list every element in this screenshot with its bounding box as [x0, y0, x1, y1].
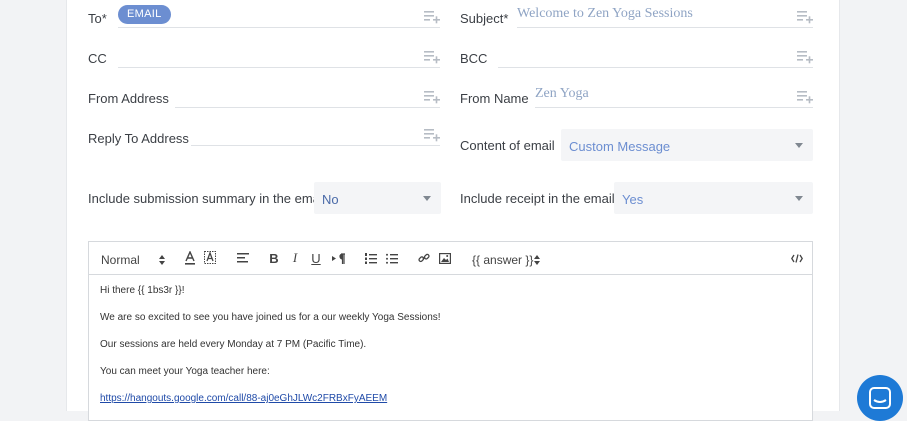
ordered-list-icon[interactable]: [364, 250, 378, 266]
answer-select[interactable]: {{ answer }}: [472, 252, 540, 268]
from-name-value: Zen Yoga: [535, 86, 589, 101]
include-receipt-label: Include receipt in the email: [460, 191, 615, 206]
include-summary-select[interactable]: No: [314, 182, 441, 214]
body-line-schedule: Our sessions are held every Monday at 7 …: [100, 339, 367, 350]
subject-value: Welcome to Zen Yoga Sessions: [517, 6, 693, 21]
body-line-greeting: Hi there {{ 1bs3r }}!: [100, 285, 185, 296]
text-direction-icon[interactable]: [331, 250, 345, 266]
playlist-add-icon[interactable]: [424, 50, 440, 64]
include-receipt-select[interactable]: Yes: [614, 182, 813, 214]
format-select-value: Normal: [101, 253, 140, 267]
code-view-icon[interactable]: [790, 250, 804, 266]
content-of-email-select[interactable]: Custom Message: [561, 129, 813, 161]
updown-icon: [159, 255, 165, 265]
italic-icon[interactable]: I: [289, 250, 301, 266]
chat-icon: [869, 387, 891, 409]
playlist-add-icon[interactable]: [424, 128, 440, 142]
to-label: To*: [88, 11, 107, 26]
from-name-label: From Name: [460, 91, 529, 106]
subject-field[interactable]: Welcome to Zen Yoga Sessions: [517, 0, 813, 28]
playlist-add-icon[interactable]: [797, 50, 813, 64]
include-summary-label: Include submission summary in the email: [88, 191, 326, 206]
chat-launcher-button[interactable]: [857, 375, 903, 421]
playlist-add-icon[interactable]: [424, 10, 440, 24]
underline-icon[interactable]: U: [310, 250, 322, 266]
align-icon[interactable]: [236, 250, 250, 266]
format-select[interactable]: Normal: [101, 252, 165, 268]
include-summary-value: No: [322, 192, 339, 207]
hangouts-link[interactable]: https://hangouts.google.com/call/88-aj0e…: [100, 393, 387, 404]
chevron-down-icon: [423, 196, 431, 201]
font-color-icon[interactable]: [183, 250, 197, 266]
answer-select-value: {{ answer }}: [472, 253, 534, 267]
content-of-email-label: Content of email: [460, 138, 555, 153]
updown-icon: [534, 255, 540, 265]
bullet-list-icon[interactable]: [385, 250, 399, 266]
to-field[interactable]: EMAIL: [118, 0, 440, 28]
bcc-field[interactable]: [498, 40, 813, 68]
playlist-add-icon[interactable]: [424, 90, 440, 104]
include-receipt-value: Yes: [622, 192, 644, 207]
chevron-down-icon: [795, 143, 803, 148]
cc-field[interactable]: [118, 40, 440, 68]
link-icon[interactable]: [417, 250, 431, 266]
body-line-welcome: We are so excited to see you have joined…: [100, 312, 441, 323]
email-body-editor[interactable]: Normal B I U {{ answer }} Hi there {{1b…: [88, 241, 813, 421]
reply-to-field[interactable]: [191, 118, 440, 146]
chevron-down-icon: [795, 196, 803, 201]
background-color-icon[interactable]: [203, 250, 217, 266]
content-of-email-value: Custom Message: [569, 139, 671, 154]
from-address-field[interactable]: [175, 80, 440, 108]
playlist-add-icon[interactable]: [797, 90, 813, 104]
playlist-add-icon[interactable]: [797, 10, 813, 24]
body-line-teacher: You can meet your Yoga teacher here:: [100, 366, 270, 377]
reply-to-label: Reply To Address: [88, 131, 189, 146]
editor-toolbar: Normal B I U {{ answer }}: [89, 242, 812, 275]
from-name-field[interactable]: Zen Yoga: [535, 80, 813, 108]
image-icon[interactable]: [438, 250, 452, 266]
bold-icon[interactable]: B: [268, 250, 280, 266]
from-address-label: From Address: [88, 91, 169, 106]
subject-label: Subject*: [460, 11, 509, 26]
cc-label: CC: [88, 51, 107, 66]
bcc-label: BCC: [460, 51, 488, 66]
email-chip[interactable]: EMAIL: [118, 5, 171, 24]
